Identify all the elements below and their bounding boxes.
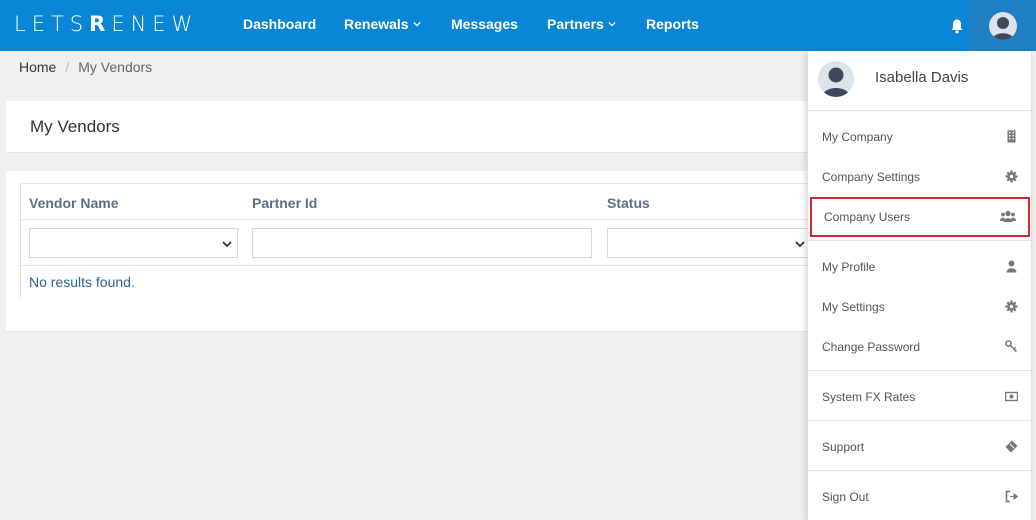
menu-item-support[interactable]: Support — [808, 427, 1032, 467]
column-header-vendor-name[interactable]: Vendor Name — [29, 195, 118, 211]
chevron-down-icon — [608, 21, 616, 27]
breadcrumb-separator: / — [65, 59, 70, 75]
menu-item-label: Sign Out — [822, 490, 869, 504]
menu-item-company-users[interactable]: Company Users — [810, 197, 1030, 237]
user-menu-toggle[interactable] — [969, 0, 1036, 51]
user-dropdown-menu: Isabella Davis My Company Company Settin… — [807, 51, 1032, 520]
nav-partners-label: Partners — [547, 16, 604, 32]
menu-divider — [808, 470, 1032, 471]
status-filter-select[interactable] — [607, 228, 811, 258]
top-navbar: LETS R ENEW Dashboard Renewals Messages Pa… — [0, 0, 1036, 51]
logo-text-lets: LETS — [14, 12, 90, 36]
column-header-status[interactable]: Status — [607, 195, 650, 211]
table-filter-row — [21, 220, 811, 266]
nav-partners[interactable]: Partners — [547, 16, 616, 32]
menu-item-system-fx-rates[interactable]: System FX Rates — [808, 377, 1032, 417]
nav-dashboard[interactable]: Dashboard — [243, 16, 316, 32]
nav-messages[interactable]: Messages — [451, 16, 518, 32]
menu-item-company-settings[interactable]: Company Settings — [808, 157, 1032, 197]
menu-item-label: Company Settings — [822, 170, 921, 184]
chevron-down-icon — [412, 21, 421, 27]
gear-icon — [1005, 300, 1018, 313]
page-title-card: My Vendors — [6, 101, 810, 153]
building-icon — [1007, 130, 1016, 143]
menu-item-my-settings[interactable]: My Settings — [808, 287, 1032, 327]
menu-item-label: System FX Rates — [822, 390, 916, 404]
letsrenew-logo[interactable]: LETS R ENEW — [14, 10, 198, 38]
chevron-down-icon — [222, 241, 232, 248]
menu-item-label: Company Users — [824, 210, 911, 224]
money-icon — [1005, 391, 1018, 402]
menu-item-my-company[interactable]: My Company — [808, 117, 1032, 157]
logo-text-r: R — [89, 12, 112, 36]
ticket-icon — [1005, 440, 1018, 453]
user-name: Isabella Davis — [875, 69, 969, 86]
vendors-table: Vendor Name Partner Id Status No results… — [20, 183, 811, 299]
partner-id-filter-input[interactable] — [252, 228, 592, 258]
vendors-table-card: Vendor Name Partner Id Status No results… — [6, 171, 811, 332]
users-icon — [1000, 210, 1016, 222]
menu-item-label: Support — [822, 440, 865, 454]
nav-reports-label: Reports — [646, 16, 699, 32]
user-avatar-icon — [818, 61, 854, 97]
logo-text-enew: ENEW — [111, 12, 199, 36]
nav-reports[interactable]: Reports — [646, 16, 699, 32]
menu-divider — [808, 240, 1032, 241]
bell-icon[interactable] — [949, 18, 965, 34]
empty-results-row: No results found. — [21, 266, 810, 299]
page-title: My Vendors — [30, 117, 120, 136]
nav-renewals-label: Renewals — [344, 16, 409, 32]
nav-dashboard-label: Dashboard — [243, 16, 317, 32]
column-header-partner-id[interactable]: Partner Id — [252, 195, 317, 211]
chevron-down-icon — [795, 241, 805, 248]
menu-divider — [808, 370, 1032, 371]
user-menu-header: Isabella Davis — [808, 51, 1032, 111]
nav-messages-label: Messages — [451, 16, 518, 32]
table-header-row: Vendor Name Partner Id Status — [21, 184, 810, 220]
vendor-name-filter-select[interactable] — [29, 228, 238, 258]
menu-item-my-profile[interactable]: My Profile — [808, 247, 1032, 287]
menu-item-sign-out[interactable]: Sign Out — [808, 477, 1032, 517]
empty-results-message: No results found. — [29, 274, 135, 290]
menu-item-label: My Profile — [822, 260, 876, 274]
menu-item-label: Change Password — [822, 340, 921, 354]
breadcrumb-current: My Vendors — [78, 59, 153, 75]
user-avatar-icon — [988, 11, 1017, 40]
menu-item-change-password[interactable]: Change Password — [808, 327, 1032, 367]
menu-divider — [808, 420, 1032, 421]
menu-item-label: My Settings — [822, 300, 885, 314]
menu-item-label: My Company — [822, 130, 893, 144]
breadcrumb-home-link[interactable]: Home — [19, 59, 56, 75]
nav-renewals[interactable]: Renewals — [344, 16, 421, 32]
sign-out-icon — [1005, 490, 1018, 503]
user-icon — [1006, 260, 1017, 273]
key-icon — [1005, 340, 1018, 353]
breadcrumb: Home / My Vendors — [19, 59, 152, 75]
gear-icon — [1005, 170, 1018, 183]
